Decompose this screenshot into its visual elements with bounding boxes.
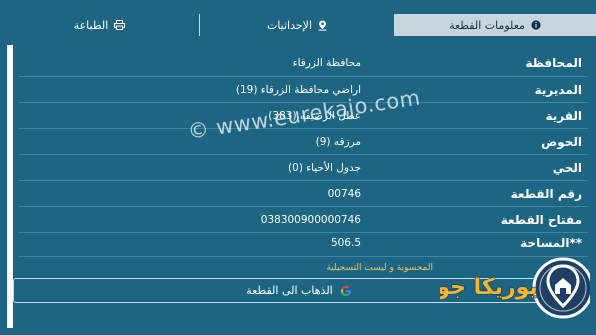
eurekajo-logo: يوريكا جو — [435, 252, 594, 330]
tab-parcel-info[interactable]: معلومات القطعة — [394, 14, 596, 36]
row-label: المحافظة — [525, 56, 582, 70]
printer-icon — [114, 20, 126, 30]
row-value: عطل الرصيفه (383) — [268, 110, 361, 122]
tab-print[interactable]: الطباعة — [0, 14, 199, 36]
row-value: مرزقه (9) — [315, 136, 361, 148]
row-label: رقم القطعة — [510, 187, 582, 201]
google-icon — [340, 285, 352, 297]
row-value: 00746 — [327, 188, 361, 200]
info-row-directorate: المديرية اراضي محافظة الزرقاء (19) — [13, 76, 588, 102]
tab-parcel-info-label: معلومات القطعة — [449, 18, 525, 32]
tab-coordinates-label: الإحداثيات — [266, 18, 313, 32]
tab-bar: معلومات القطعة الإحداثيات الطباعة — [0, 0, 596, 38]
row-value: اراضي محافظة الزرقاء (19) — [235, 84, 361, 96]
logo-text: يوريكا جو — [440, 275, 538, 300]
row-value: محافظة الزرقاء — [292, 57, 361, 69]
row-label: القرية — [545, 109, 582, 123]
info-row-district: الحي جدول الأحياء (0) — [13, 154, 588, 180]
info-row-basin: الحوض مرزقه (9) — [13, 128, 588, 154]
info-icon — [531, 20, 541, 30]
tab-print-label: الطباعة — [73, 18, 109, 32]
area-note: المحسوبة و ليست التسجيلية — [326, 263, 433, 273]
row-label: الحي — [552, 161, 582, 175]
row-value: جدول الأحياء (0) — [288, 162, 361, 174]
row-value: 506.5 — [330, 237, 361, 249]
row-label: الحوض — [541, 135, 582, 149]
info-row-parcel-number: رقم القطعة 00746 — [13, 180, 588, 206]
tab-coordinates[interactable]: الإحداثيات — [200, 14, 394, 36]
map-pin-icon — [318, 20, 327, 31]
info-row-village: القرية عطل الرصيفه (383) — [13, 102, 588, 128]
row-label: المديرية — [534, 83, 582, 97]
go-to-parcel-label: الذهاب الى القطعة — [246, 284, 333, 297]
info-row-governorate: المحافظة محافظة الزرقاء — [13, 49, 588, 75]
